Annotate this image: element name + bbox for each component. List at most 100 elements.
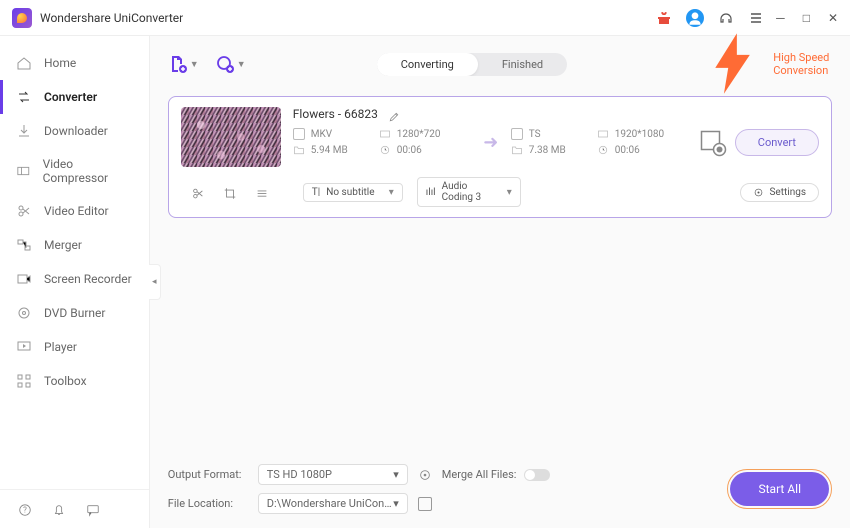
close-button[interactable]: ✕ (828, 11, 838, 25)
sidebar-label: Merger (44, 238, 82, 252)
bell-icon[interactable] (52, 502, 66, 516)
src-format: MKV (311, 129, 332, 140)
maximize-button[interactable]: □ (803, 11, 810, 25)
tab-converting[interactable]: Converting (377, 53, 478, 76)
sidebar-label: Player (44, 340, 77, 354)
file-location-value: D:\Wondershare UniConverter (267, 497, 393, 510)
chevron-down-icon: ▾ (389, 187, 394, 198)
resolution-icon (379, 128, 391, 140)
footer: Output Format: TS HD 1080P ▾ Merge All F… (150, 454, 850, 528)
audio-value: Audio Coding 3 (442, 181, 501, 203)
minimize-button[interactable]: ─ (776, 11, 785, 25)
output-format-dropdown[interactable]: TS HD 1080P ▾ (258, 464, 408, 485)
arrow-icon: ➜ (471, 132, 511, 153)
chevron-down-icon: ▾ (393, 468, 399, 481)
output-settings-icon[interactable] (697, 127, 727, 157)
sidebar-label: Video Editor (44, 204, 109, 218)
sidebar-collapse-handle[interactable]: ◂ (149, 264, 161, 300)
sidebar-item-toolbox[interactable]: Toolbox (0, 364, 149, 398)
format-icon (293, 128, 305, 140)
crop-icon[interactable] (223, 185, 237, 202)
file-card: Flowers - 66823 MKV 5.94 MB 1280*720 00:… (168, 96, 832, 218)
converter-icon (16, 89, 32, 105)
file-location-dropdown[interactable]: D:\Wondershare UniConverter ▾ (258, 493, 408, 514)
video-thumbnail[interactable] (181, 107, 281, 167)
home-icon (16, 55, 32, 71)
subtitle-prefix-icon: T| (312, 187, 320, 198)
sidebar-item-converter[interactable]: Converter (0, 80, 149, 114)
sidebar-item-recorder[interactable]: Screen Recorder (0, 262, 149, 296)
file-title: Flowers - 66823 (293, 107, 378, 121)
sidebar: Home Converter Downloader Video Compress… (0, 36, 150, 528)
sidebar-item-player[interactable]: Player (0, 330, 149, 364)
trim-icon[interactable] (191, 185, 205, 202)
add-url-button[interactable]: ▼ (215, 54, 246, 74)
svg-text:?: ? (23, 506, 27, 515)
chevron-down-icon: ▾ (507, 187, 512, 198)
format-icon (511, 128, 523, 140)
sidebar-item-editor[interactable]: Video Editor (0, 194, 149, 228)
sidebar-label: Video Compressor (43, 157, 133, 185)
gear-icon (753, 187, 764, 198)
src-dur: 00:06 (397, 145, 422, 156)
sidebar-item-compressor[interactable]: Video Compressor (0, 148, 149, 194)
headset-icon[interactable] (718, 10, 734, 26)
sidebar-bottom: ? (0, 489, 149, 528)
chevron-down-icon: ▼ (237, 59, 246, 70)
convert-button[interactable]: Convert (735, 129, 819, 156)
gift-icon[interactable] (656, 10, 672, 26)
folder-icon (293, 144, 305, 156)
clock-icon (597, 144, 609, 156)
app-title: Wondershare UniConverter (40, 11, 656, 25)
grid-icon (16, 373, 32, 389)
hsc-label: High Speed Conversion (773, 51, 832, 77)
record-icon (16, 271, 32, 287)
tab-finished[interactable]: Finished (478, 53, 567, 76)
start-all-button[interactable]: Start All (730, 472, 829, 506)
src-res: 1280*720 (397, 129, 441, 140)
feedback-icon[interactable] (86, 502, 100, 516)
merge-toggle[interactable] (524, 469, 550, 481)
menu-icon[interactable] (748, 10, 764, 26)
user-avatar[interactable] (686, 9, 704, 27)
high-speed-conversion[interactable]: High Speed Conversion (698, 29, 832, 98)
file-settings-button[interactable]: Settings (740, 183, 819, 202)
effect-icon[interactable] (255, 185, 269, 202)
tabs: Converting Finished (377, 53, 567, 76)
scissors-icon (16, 203, 32, 219)
sidebar-item-merger[interactable]: Merger (0, 228, 149, 262)
subtitle-dropdown[interactable]: T| No subtitle ▾ (303, 183, 403, 202)
sidebar-label: Toolbox (44, 374, 87, 388)
titlebar-actions (656, 9, 764, 27)
sidebar-label: Home (44, 56, 76, 70)
open-folder-icon[interactable] (418, 497, 432, 511)
audio-dropdown[interactable]: ılıl Audio Coding 3 ▾ (417, 177, 521, 207)
settings-label: Settings (769, 187, 806, 198)
subtitle-value: No subtitle (326, 187, 374, 198)
help-icon[interactable]: ? (18, 502, 32, 516)
content-area: ◂ ▼ ▼ Converting Finished High Speed Con… (150, 36, 850, 528)
play-icon (16, 339, 32, 355)
download-icon (16, 123, 32, 139)
add-file-button[interactable]: ▼ (168, 54, 199, 74)
toolbar: ▼ ▼ Converting Finished High Speed Conve… (150, 42, 850, 86)
src-size: 5.94 MB (311, 145, 348, 156)
sidebar-label: Screen Recorder (44, 272, 132, 286)
sidebar-item-dvd[interactable]: DVD Burner (0, 296, 149, 330)
start-all-highlight: Start All (727, 469, 832, 509)
output-format-label: Output Format: (168, 468, 248, 481)
edit-title-icon[interactable] (388, 108, 400, 120)
sidebar-item-downloader[interactable]: Downloader (0, 114, 149, 148)
app-logo (12, 8, 32, 28)
clock-icon (379, 144, 391, 156)
chevron-down-icon: ▾ (393, 497, 399, 510)
window-controls: ─ □ ✕ (776, 11, 838, 25)
sidebar-item-home[interactable]: Home (0, 46, 149, 80)
folder-icon (511, 144, 523, 156)
format-settings-icon[interactable] (418, 468, 432, 482)
sidebar-label: DVD Burner (44, 306, 105, 320)
sidebar-label: Downloader (44, 124, 108, 138)
dst-res: 1920*1080 (615, 129, 664, 140)
merge-icon (16, 237, 32, 253)
chevron-down-icon: ▼ (190, 59, 199, 70)
